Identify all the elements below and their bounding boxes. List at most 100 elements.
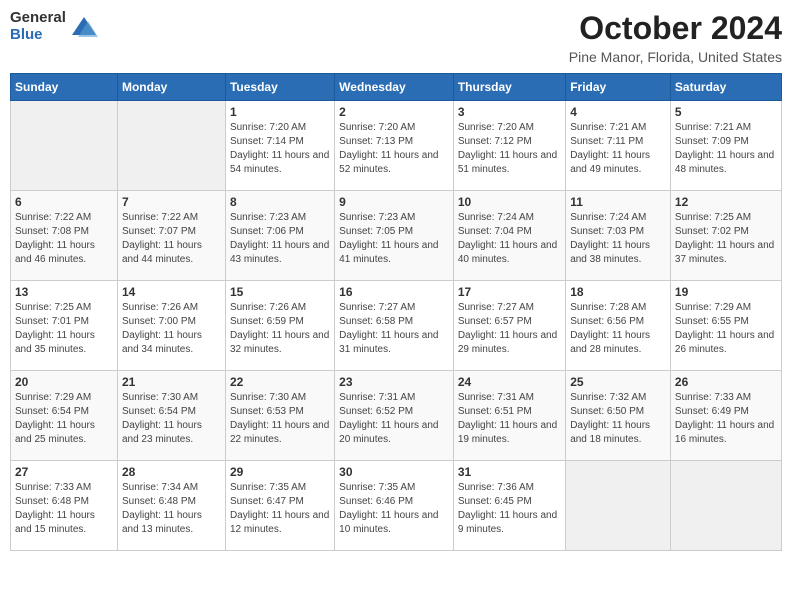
day-number: 23: [339, 375, 449, 389]
calendar-cell: 11Sunrise: 7:24 AM Sunset: 7:03 PM Dayli…: [566, 191, 671, 281]
calendar-cell: 28 Sunrise: 7:34 AM Sunset: 6:48 PM Dayli…: [117, 461, 225, 551]
calendar-cell: [11, 101, 118, 191]
calendar-cell: 22Sunrise: 7:30 AM Sunset: 6:53 PM Dayli…: [225, 371, 334, 461]
day-number: 28: [122, 465, 221, 479]
calendar-cell: 14Sunrise: 7:26 AM Sunset: 7:00 PM Dayli…: [117, 281, 225, 371]
day-detail: Sunrise: 7:30 AM Sunset: 6:54 PM Dayligh…: [122, 391, 221, 447]
day-detail: Sunrise: 7:32 AM Sunset: 6:50 PM Dayligh…: [570, 391, 666, 447]
calendar-cell: 3 Sunrise: 7:20 AM Sunset: 7:12 PM Daylig…: [453, 101, 565, 191]
day-detail: Sunrise: 7:35 AM Sunset: 6:46 PM Dayligh…: [339, 481, 449, 537]
calendar-cell: 8 Sunrise: 7:23 AM Sunset: 7:06 PM Daylig…: [225, 191, 334, 281]
day-number: 15: [230, 285, 330, 299]
calendar-cell: 16 Sunrise: 7:27 AM Sunset: 6:58 PM Dayli…: [335, 281, 454, 371]
day-detail: Sunrise: 7:29 AM Sunset: 6:55 PM Dayligh…: [675, 301, 777, 357]
day-number: 20: [15, 375, 113, 389]
day-detail: Sunrise: 7:21 AM Sunset: 7:11 PM Dayligh…: [570, 121, 666, 177]
calendar-cell: 17 Sunrise: 7:27 AM Sunset: 6:57 PM Dayli…: [453, 281, 565, 371]
day-number: 14: [122, 285, 221, 299]
calendar-cell: 12 Sunrise: 7:25 AM Sunset: 7:02 PM Dayli…: [670, 191, 781, 281]
day-detail: Sunrise: 7:25 AM Sunset: 7:01 PM Dayligh…: [15, 301, 113, 357]
day-number: 27: [15, 465, 113, 479]
calendar-week-row: 1 Sunrise: 7:20 AM Sunset: 7:14 PM Daylig…: [11, 101, 782, 191]
calendar-cell: 27Sunrise: 7:33 AM Sunset: 6:48 PM Dayli…: [11, 461, 118, 551]
day-detail: Sunrise: 7:20 AM Sunset: 7:14 PM Dayligh…: [230, 121, 330, 177]
day-number: 31: [458, 465, 561, 479]
day-number: 1: [230, 105, 330, 119]
calendar-cell: 7 Sunrise: 7:22 AM Sunset: 7:07 PM Daylig…: [117, 191, 225, 281]
calendar-cell: [566, 461, 671, 551]
day-detail: Sunrise: 7:34 AM Sunset: 6:48 PM Dayligh…: [122, 481, 221, 537]
day-detail: Sunrise: 7:20 AM Sunset: 7:12 PM Dayligh…: [458, 121, 561, 177]
day-number: 8: [230, 195, 330, 209]
day-detail: Sunrise: 7:31 AM Sunset: 6:51 PM Dayligh…: [458, 391, 561, 447]
day-number: 25: [570, 375, 666, 389]
calendar-cell: 10 Sunrise: 7:24 AM Sunset: 7:04 PM Dayli…: [453, 191, 565, 281]
calendar-cell: 6 Sunrise: 7:22 AM Sunset: 7:08 PM Daylig…: [11, 191, 118, 281]
calendar-cell: 23Sunrise: 7:31 AM Sunset: 6:52 PM Dayli…: [335, 371, 454, 461]
day-number: 3: [458, 105, 561, 119]
calendar-cell: 18 Sunrise: 7:28 AM Sunset: 6:56 PM Dayli…: [566, 281, 671, 371]
day-number: 18: [570, 285, 666, 299]
calendar-cell: 25 Sunrise: 7:32 AM Sunset: 6:50 PM Dayli…: [566, 371, 671, 461]
logo: General Blue: [10, 10, 98, 43]
day-detail: Sunrise: 7:27 AM Sunset: 6:57 PM Dayligh…: [458, 301, 561, 357]
day-header-wednesday: Wednesday: [335, 74, 454, 101]
day-detail: Sunrise: 7:21 AM Sunset: 7:09 PM Dayligh…: [675, 121, 777, 177]
calendar-cell: 20 Sunrise: 7:29 AM Sunset: 6:54 PM Dayli…: [11, 371, 118, 461]
day-number: 16: [339, 285, 449, 299]
calendar-table: SundayMondayTuesdayWednesdayThursdayFrid…: [10, 73, 782, 551]
page-header: General Blue October 2024 Pine Manor, Fl…: [10, 10, 782, 65]
day-detail: Sunrise: 7:29 AM Sunset: 6:54 PM Dayligh…: [15, 391, 113, 447]
logo-general-text: General: [10, 10, 66, 27]
title-block: October 2024 Pine Manor, Florida, United…: [569, 10, 782, 65]
day-detail: Sunrise: 7:22 AM Sunset: 7:07 PM Dayligh…: [122, 211, 221, 267]
calendar-cell: 26Sunrise: 7:33 AM Sunset: 6:49 PM Dayli…: [670, 371, 781, 461]
calendar-cell: 19 Sunrise: 7:29 AM Sunset: 6:55 PM Dayli…: [670, 281, 781, 371]
day-number: 26: [675, 375, 777, 389]
day-detail: Sunrise: 7:23 AM Sunset: 7:06 PM Dayligh…: [230, 211, 330, 267]
day-detail: Sunrise: 7:27 AM Sunset: 6:58 PM Dayligh…: [339, 301, 449, 357]
calendar-cell: 29Sunrise: 7:35 AM Sunset: 6:47 PM Dayli…: [225, 461, 334, 551]
calendar-cell: 15Sunrise: 7:26 AM Sunset: 6:59 PM Dayli…: [225, 281, 334, 371]
calendar-week-row: 13Sunrise: 7:25 AM Sunset: 7:01 PM Dayli…: [11, 281, 782, 371]
month-title: October 2024: [569, 10, 782, 47]
day-number: 12: [675, 195, 777, 209]
calendar-cell: 5Sunrise: 7:21 AM Sunset: 7:09 PM Daylig…: [670, 101, 781, 191]
day-number: 7: [122, 195, 221, 209]
calendar-cell: 9 Sunrise: 7:23 AM Sunset: 7:05 PM Daylig…: [335, 191, 454, 281]
calendar-week-row: 27Sunrise: 7:33 AM Sunset: 6:48 PM Dayli…: [11, 461, 782, 551]
calendar-cell: [670, 461, 781, 551]
logo-blue-text: Blue: [10, 27, 66, 44]
day-number: 6: [15, 195, 113, 209]
day-number: 21: [122, 375, 221, 389]
day-detail: Sunrise: 7:25 AM Sunset: 7:02 PM Dayligh…: [675, 211, 777, 267]
day-detail: Sunrise: 7:28 AM Sunset: 6:56 PM Dayligh…: [570, 301, 666, 357]
day-number: 4: [570, 105, 666, 119]
calendar-cell: 2 Sunrise: 7:20 AM Sunset: 7:13 PM Daylig…: [335, 101, 454, 191]
day-detail: Sunrise: 7:23 AM Sunset: 7:05 PM Dayligh…: [339, 211, 449, 267]
calendar-cell: 30 Sunrise: 7:35 AM Sunset: 6:46 PM Dayli…: [335, 461, 454, 551]
day-detail: Sunrise: 7:36 AM Sunset: 6:45 PM Dayligh…: [458, 481, 561, 537]
day-number: 9: [339, 195, 449, 209]
calendar-cell: 24Sunrise: 7:31 AM Sunset: 6:51 PM Dayli…: [453, 371, 565, 461]
day-detail: Sunrise: 7:20 AM Sunset: 7:13 PM Dayligh…: [339, 121, 449, 177]
day-number: 2: [339, 105, 449, 119]
day-number: 17: [458, 285, 561, 299]
day-header-thursday: Thursday: [453, 74, 565, 101]
day-number: 22: [230, 375, 330, 389]
calendar-cell: 31 Sunrise: 7:36 AM Sunset: 6:45 PM Dayli…: [453, 461, 565, 551]
location-text: Pine Manor, Florida, United States: [569, 49, 782, 65]
calendar-week-row: 6 Sunrise: 7:22 AM Sunset: 7:08 PM Daylig…: [11, 191, 782, 281]
day-header-sunday: Sunday: [11, 74, 118, 101]
calendar-header-row: SundayMondayTuesdayWednesdayThursdayFrid…: [11, 74, 782, 101]
day-header-saturday: Saturday: [670, 74, 781, 101]
logo-icon: [70, 13, 98, 41]
day-detail: Sunrise: 7:22 AM Sunset: 7:08 PM Dayligh…: [15, 211, 113, 267]
day-number: 30: [339, 465, 449, 479]
day-detail: Sunrise: 7:35 AM Sunset: 6:47 PM Dayligh…: [230, 481, 330, 537]
day-number: 19: [675, 285, 777, 299]
day-number: 10: [458, 195, 561, 209]
day-number: 11: [570, 195, 666, 209]
calendar-cell: 4 Sunrise: 7:21 AM Sunset: 7:11 PM Daylig…: [566, 101, 671, 191]
day-detail: Sunrise: 7:24 AM Sunset: 7:04 PM Dayligh…: [458, 211, 561, 267]
